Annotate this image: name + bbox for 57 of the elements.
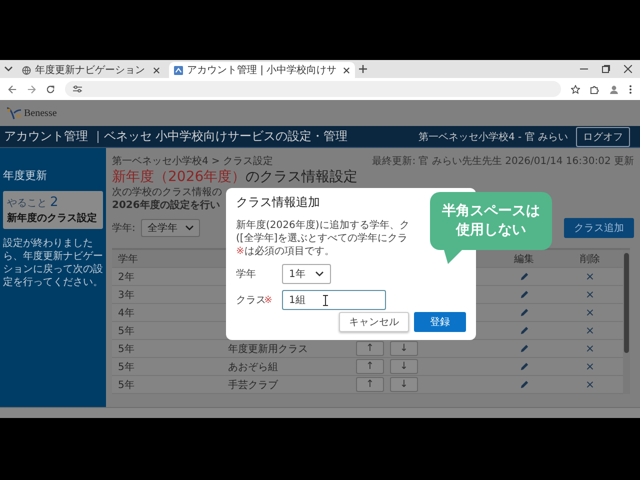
required-note: ※は必須の項目です。 (236, 245, 334, 258)
dialog-text: 新年度(2026年度)に追加する学年、ク (236, 219, 410, 232)
user-name: 第一ベネッセ小学校4 - 官 みらい (418, 130, 568, 144)
delete-button[interactable]: × (585, 306, 595, 319)
table-cell-text: 2年 (117, 270, 136, 284)
move-up-button[interactable]: ↑ (356, 341, 384, 356)
task-title: 新年度のクラス設定 (7, 211, 98, 225)
delete-button[interactable]: × (585, 270, 595, 283)
table-cell-text: 5年 (117, 360, 136, 374)
logo-text: Benesse (24, 108, 57, 118)
move-up-button[interactable]: ↑ (356, 359, 384, 374)
add-class-button[interactable]: クラス追加 (564, 218, 634, 238)
move-down-button[interactable]: ↓ (390, 377, 418, 392)
sidebar-note: 設定が終わりましたら、年度更新ナビゲーションに戻って次の設定を行ってください。 (3, 237, 103, 289)
move-down-button[interactable]: ↓ (390, 341, 418, 356)
browser-tab[interactable]: アカウント管理 | 小中学校向けサ (169, 62, 355, 78)
required-mark: ※ (264, 294, 274, 306)
column-header: 編集 (514, 252, 534, 266)
page-title: 新年度（2026年度）のクラス情報設定 (112, 168, 359, 186)
delete-button[interactable]: × (585, 342, 595, 355)
class-input-field[interactable]: 1組 (282, 290, 386, 310)
table-cell-text: 5年 (117, 324, 136, 338)
table-cell-text: 手芸クラブ (227, 378, 279, 392)
logout-button[interactable]: ログオフ (576, 126, 630, 146)
last-updated: 最終更新: 官 みらい先生先生 2026/01/14 16:30:02 更新 (372, 154, 634, 168)
delete-button[interactable]: × (585, 378, 595, 391)
move-up-button[interactable]: ↑ (356, 377, 384, 392)
cancel-button[interactable]: キャンセル (339, 312, 409, 332)
app-title: アカウント管理 ｜ベネッセ 小中学校向けサービスの設定・管理 (4, 128, 349, 145)
browser-tab[interactable]: 年度更新ナビゲーション (17, 62, 165, 78)
table-cell-text: あおぞら組 (227, 360, 279, 374)
sidebar-heading: 年度更新 (3, 168, 48, 183)
table-cell-text: 年度更新用クラス (227, 342, 309, 356)
move-down-button[interactable]: ↓ (390, 359, 418, 374)
field-label: クラス (236, 294, 264, 307)
table-cell-text: 5年 (117, 378, 136, 392)
column-header: 削除 (580, 252, 600, 266)
delete-button[interactable]: × (585, 324, 595, 337)
table-cell-text: 3年 (117, 288, 136, 302)
grade-select[interactable]: 1年 (282, 264, 332, 284)
column-header: 学年 (117, 252, 139, 266)
register-button[interactable]: 登録 (414, 312, 466, 332)
delete-button[interactable]: × (585, 360, 595, 373)
dialog-title: クラス情報追加 (236, 194, 320, 211)
dialog-text: ([全学年]を選ぶとすべての学年にクラ (236, 232, 408, 245)
task-label: やること (7, 197, 47, 210)
breadcrumb: 第一ベネッセ小学校4 > クラス設定 (112, 154, 274, 168)
filter-label: 学年: (112, 222, 136, 235)
intro-text: 次の学校のクラス情報の (112, 186, 222, 199)
table-cell-text: 4年 (117, 306, 136, 320)
field-label: 学年 (236, 268, 257, 281)
delete-button[interactable]: × (585, 288, 595, 301)
notice-text: 2026年度の設定を行い (112, 199, 220, 212)
grade-filter-select[interactable]: 全学年 (141, 219, 200, 237)
task-number: 2 (50, 195, 58, 210)
task-card[interactable]: やること 2 新年度のクラス設定 (3, 191, 103, 229)
table-cell-text: 5年 (117, 342, 136, 356)
